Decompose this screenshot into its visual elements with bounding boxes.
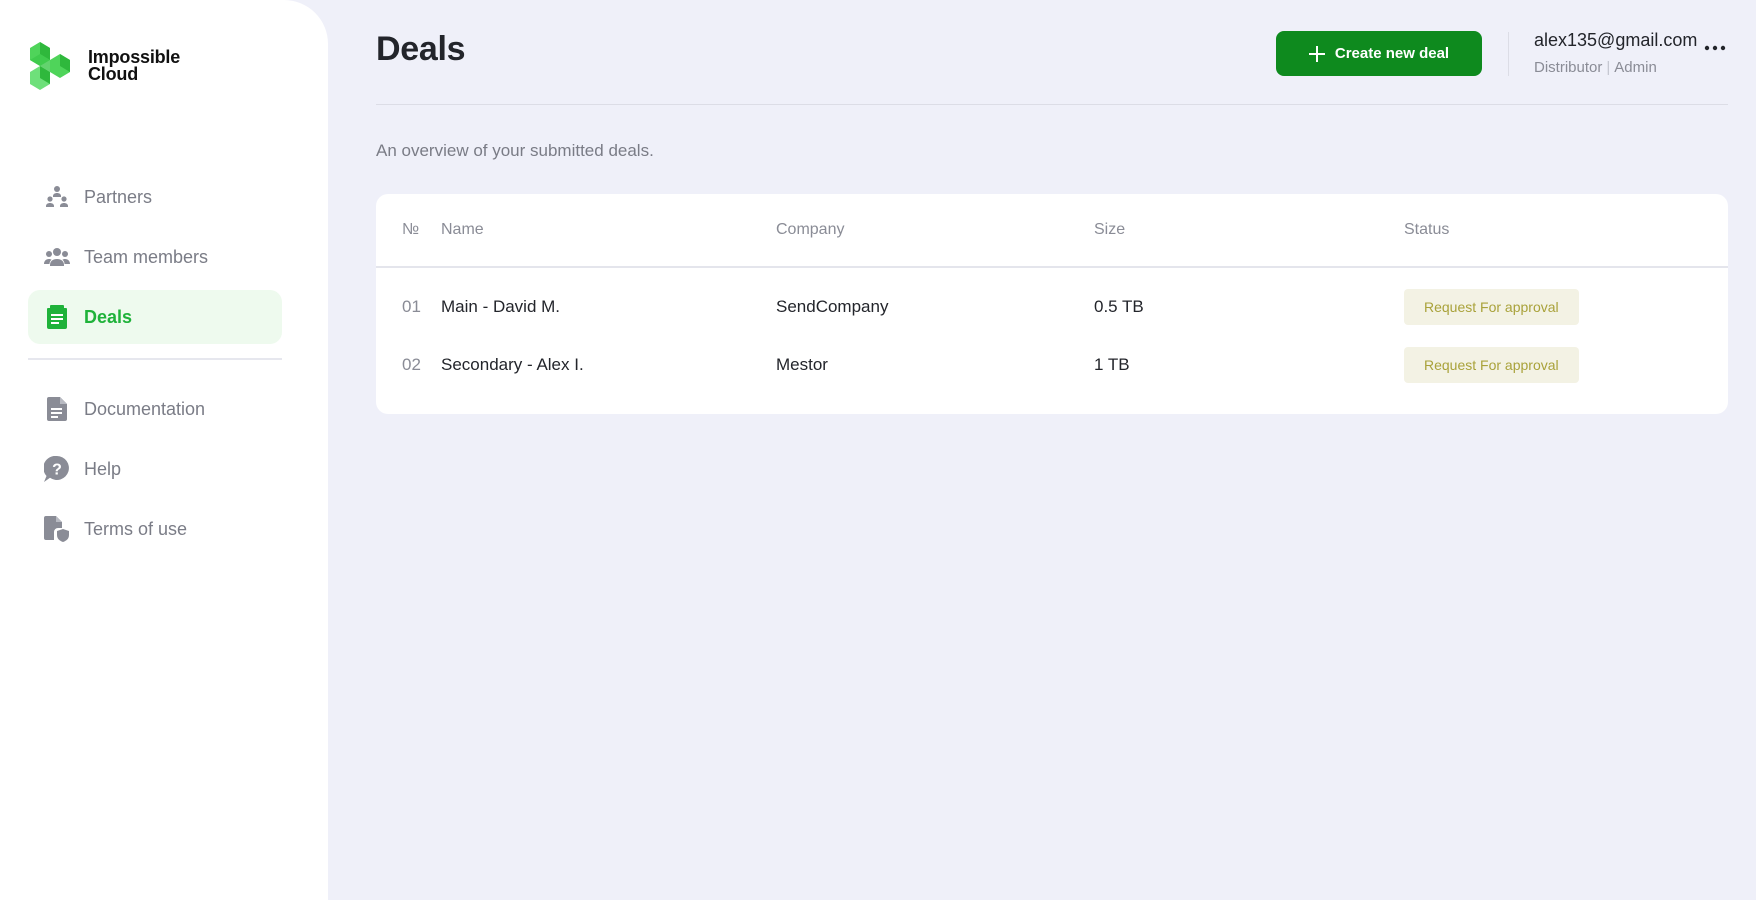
sidebar-item-partners[interactable]: Partners [28,170,282,224]
table-body: 01 Main - David M. SendCompany 0.5 TB Re… [376,268,1728,394]
user-role-separator: | [1606,59,1611,76]
team-icon [44,244,70,270]
status-cell: Request For approval [1404,289,1579,325]
page-subtitle: An overview of your submitted deals. [376,141,654,160]
logo[interactable]: Impossible Cloud [26,38,180,94]
row-number: 02 [402,355,421,374]
header-rule [376,104,1728,105]
user-role-admin: Admin [1614,59,1657,76]
sidebar-item-team-members[interactable]: Team members [28,230,282,284]
table-row[interactable]: 01 Main - David M. SendCompany 0.5 TB Re… [376,278,1728,336]
logo-text: Impossible Cloud [88,48,180,84]
row-number: 01 [402,297,421,316]
table-header: № Name Company Size Status [376,194,1728,268]
sidebar-item-label: Partners [84,186,153,207]
logo-line-2: Cloud [88,64,138,84]
column-header-status[interactable]: Status [1404,221,1449,239]
sidebar-item-deals[interactable]: Deals [28,290,282,344]
logo-icon [30,42,70,90]
deals-icon [44,304,70,330]
deal-name[interactable]: Secondary - Alex I. [441,355,584,375]
deal-size: 0.5 TB [1094,297,1144,316]
status-badge: Request For approval [1404,347,1579,383]
status-badge: Request For approval [1404,289,1579,325]
status-cell: Request For approval [1404,347,1579,383]
sidebar-nav: Partners Team members Deals Documentatio… [28,170,282,562]
deal-size: 1 TB [1094,355,1130,374]
deal-company: Mestor [776,355,828,374]
plus-icon [1308,45,1325,62]
help-icon: ? [44,456,70,482]
table-row[interactable]: 02 Secondary - Alex I. Mestor 1 TB Reque… [376,336,1728,394]
sidebar-item-label: Terms of use [84,518,188,539]
page-title: Deals [376,30,466,68]
terms-icon [44,516,70,542]
deal-name[interactable]: Main - David M. [441,297,560,317]
column-header-name[interactable]: Name [441,221,484,239]
sidebar-item-help[interactable]: ? Help [28,442,282,496]
user-role-distributor: Distributor [1534,59,1603,76]
sidebar-item-terms[interactable]: Terms of use [28,502,282,556]
document-icon [44,396,70,422]
sidebar-divider [28,358,282,360]
column-header-size[interactable]: Size [1094,221,1125,239]
create-new-deal-button[interactable]: Create new deal [1276,31,1482,76]
deals-table: № Name Company Size Status 01 Main - Dav… [376,194,1728,414]
user-info[interactable]: alex135@gmail.com Distributor | Admin [1534,30,1697,76]
sidebar: Impossible Cloud Partners Team members D… [0,0,328,900]
deal-company: SendCompany [776,297,889,316]
sidebar-item-label: Help [84,458,122,479]
partners-icon [44,184,70,210]
column-header-number: № [402,221,420,238]
svg-text:?: ? [52,462,62,479]
user-role: Distributor | Admin [1534,59,1697,76]
column-header-company[interactable]: Company [776,221,844,239]
sidebar-item-label: Documentation [84,398,206,419]
sidebar-item-label: Deals [84,306,133,327]
header-divider [1508,32,1509,76]
sidebar-item-documentation[interactable]: Documentation [28,382,282,436]
user-email: alex135@gmail.com [1534,30,1698,50]
more-options-icon[interactable] [1704,38,1726,56]
sidebar-item-label: Team members [84,246,209,267]
create-new-deal-label: Create new deal [1334,45,1450,62]
